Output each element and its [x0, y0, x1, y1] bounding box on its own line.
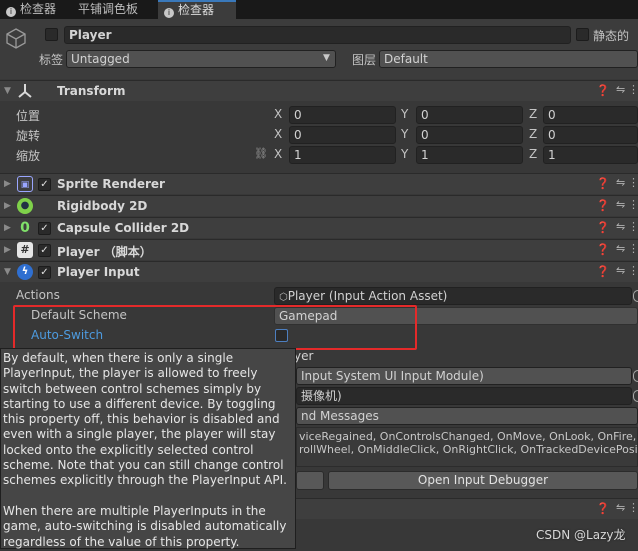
info-icon: i [164, 8, 174, 18]
transform-axis-icon [18, 84, 32, 98]
rigidbody-icon: ● [17, 198, 33, 214]
scale-y-field[interactable]: 1 [416, 146, 523, 164]
help-icon[interactable]: ❓ [596, 502, 610, 515]
position-z-field[interactable]: 0 [543, 106, 638, 124]
scale-x-field[interactable]: 1 [289, 146, 396, 164]
fold-arrow-down-icon[interactable]: ▼ [4, 86, 11, 96]
more-menu-icon[interactable]: ⋮ [628, 176, 638, 189]
rotation-label: 旋转 [16, 129, 41, 143]
static-label: 静态的 [593, 29, 630, 43]
more-menu-icon[interactable]: ⋮ [628, 242, 638, 255]
rotation-y-field[interactable]: 0 [416, 126, 523, 144]
gameobject-cube-icon [6, 28, 26, 49]
rotation-x-field[interactable]: 0 [289, 126, 396, 144]
sprite-renderer-title: Sprite Renderer [57, 177, 165, 191]
more-menu-icon[interactable]: ⋮ [628, 220, 638, 233]
player-input-icon: ϟ [17, 264, 33, 280]
settings-sliders-icon[interactable]: ⇋ [616, 264, 625, 277]
position-y-field[interactable]: 0 [416, 106, 523, 124]
messages-line-1: viceRegained, OnControlsChanged, OnMove,… [299, 430, 637, 443]
help-icon[interactable]: ❓ [596, 84, 610, 97]
default-map-dropdown[interactable]: yer [290, 348, 638, 366]
capsule-collider-icon: 0 [20, 220, 30, 236]
sprite-renderer-icon: ▣ [17, 176, 33, 192]
input-action-asset-icon: ⬡ [279, 292, 288, 303]
axis-x-label[interactable]: X [274, 107, 282, 121]
tab-inspector-1[interactable]: i 检查器 [0, 0, 62, 19]
camera-field[interactable]: 摄像机) [296, 387, 632, 405]
help-icon[interactable]: ❓ [596, 243, 610, 256]
tag-dropdown[interactable]: Untagged [66, 50, 336, 68]
chevron-down-icon: ▼ [323, 53, 330, 63]
tag-label: 标签 [39, 53, 64, 67]
settings-sliders-icon[interactable]: ⇋ [616, 176, 625, 189]
actions-label: Actions [16, 288, 60, 302]
highlight-box [13, 305, 417, 350]
watermark: CSDN @Lazy龙 [536, 528, 626, 542]
more-menu-icon[interactable]: ⋮ [628, 198, 638, 211]
position-label: 位置 [16, 109, 41, 123]
messages-line-2: rollWheel, OnMiddleClick, OnRightClick, … [299, 443, 638, 456]
capsule-collider2d-title: Capsule Collider 2D [57, 221, 190, 235]
debug-left-button[interactable] [296, 471, 324, 490]
scale-z-field[interactable]: 1 [543, 146, 638, 164]
capsule-collider-enabled-checkbox[interactable]: ✓ [38, 222, 51, 235]
behavior-dropdown[interactable]: nd Messages [296, 407, 638, 425]
more-menu-icon[interactable]: ⋮ [628, 264, 638, 277]
object-picker-icon[interactable] [633, 370, 638, 382]
axis-z-label[interactable]: Z [529, 127, 537, 141]
settings-sliders-icon[interactable]: ⇋ [616, 501, 625, 514]
fold-arrow-down-icon[interactable]: ▼ [4, 267, 11, 277]
settings-sliders-icon[interactable]: ⇋ [616, 220, 625, 233]
sprite-renderer-enabled-checkbox[interactable]: ✓ [38, 178, 51, 191]
object-picker-icon[interactable] [633, 390, 638, 402]
more-menu-icon[interactable]: ⋮ [628, 501, 638, 514]
rotation-z-field[interactable]: 0 [543, 126, 638, 144]
messages-info-box: viceRegained, OnControlsChanged, OnMove,… [296, 427, 638, 467]
tab-tile-palette[interactable]: 平铺调色板 [72, 0, 144, 19]
axis-z-label[interactable]: Z [529, 107, 537, 121]
more-menu-icon[interactable]: ⋮ [628, 83, 638, 96]
open-input-debugger-button[interactable]: Open Input Debugger [328, 471, 638, 490]
help-icon[interactable]: ❓ [596, 199, 610, 212]
auto-switch-tooltip: By default, when there is only a single … [0, 348, 296, 549]
fold-arrow-right-icon[interactable]: ▶ [4, 245, 11, 255]
player-script-title: Player （脚本） [57, 245, 152, 259]
actions-asset-field[interactable]: ⬡Player (Input Action Asset) [274, 287, 632, 305]
help-icon[interactable]: ❓ [596, 265, 610, 278]
next-component-header[interactable] [296, 498, 638, 519]
fold-arrow-right-icon[interactable]: ▶ [4, 179, 11, 189]
rigidbody2d-title: Rigidbody 2D [57, 199, 148, 213]
transform-title: Transform [57, 84, 126, 98]
axis-y-label[interactable]: Y [401, 147, 408, 161]
settings-sliders-icon[interactable]: ⇋ [616, 242, 625, 255]
help-icon[interactable]: ❓ [596, 177, 610, 190]
help-icon[interactable]: ❓ [596, 221, 610, 234]
tab-inspector-2[interactable]: i 检查器 [158, 0, 236, 19]
fold-arrow-right-icon[interactable]: ▶ [4, 201, 11, 211]
constrain-proportions-link-icon[interactable]: ⛓ [254, 147, 268, 160]
player-script-enabled-checkbox[interactable]: ✓ [38, 244, 51, 257]
axis-x-label[interactable]: X [274, 127, 282, 141]
csharp-script-icon: # [17, 242, 33, 258]
static-checkbox[interactable] [576, 28, 589, 41]
object-name-input[interactable]: Player [64, 26, 571, 44]
active-checkbox[interactable] [45, 28, 58, 41]
layer-label: 图层 [352, 53, 377, 67]
settings-sliders-icon[interactable]: ⇋ [616, 198, 625, 211]
player-input-title: Player Input [57, 265, 140, 279]
layer-dropdown[interactable]: Default [379, 50, 638, 68]
info-icon: i [6, 7, 16, 17]
player-input-enabled-checkbox[interactable]: ✓ [38, 266, 51, 279]
ui-input-module-field[interactable]: Input System UI Input Module) [296, 367, 632, 385]
scale-label: 缩放 [16, 149, 41, 163]
settings-sliders-icon[interactable]: ⇋ [616, 83, 625, 96]
position-x-field[interactable]: 0 [289, 106, 396, 124]
axis-y-label[interactable]: Y [401, 127, 408, 141]
axis-y-label[interactable]: Y [401, 107, 408, 121]
axis-z-label[interactable]: Z [529, 147, 537, 161]
fold-arrow-right-icon[interactable]: ▶ [4, 223, 11, 233]
object-picker-icon[interactable] [633, 290, 638, 302]
axis-x-label[interactable]: X [274, 147, 282, 161]
